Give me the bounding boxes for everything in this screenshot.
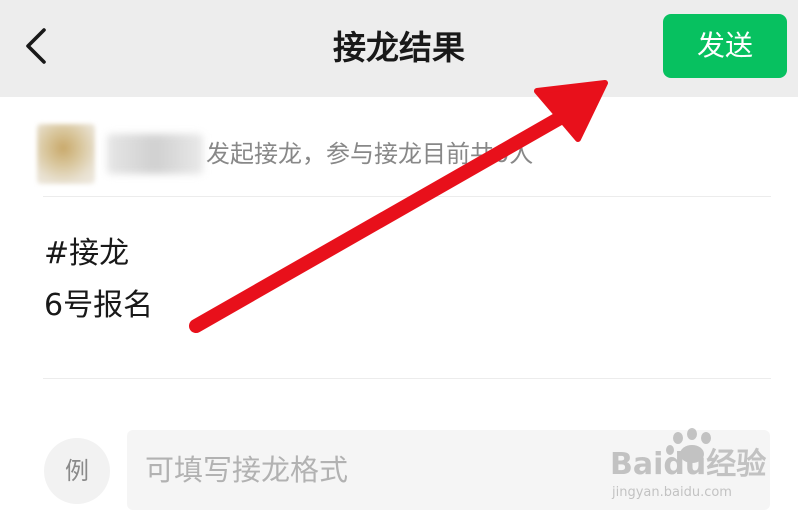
initiator-row: 发起接龙，参与接龙目前共0人 [37, 122, 777, 186]
solitaire-description[interactable]: 6号报名 [44, 284, 153, 328]
send-button[interactable]: 发送 [663, 14, 787, 78]
watermark-brand: Baidu经验 [610, 447, 766, 482]
example-badge[interactable]: 例 [44, 438, 110, 504]
initiator-summary: 发起接龙，参与接龙目前共0人 [206, 140, 534, 168]
solitaire-topic[interactable]: #接龙 [44, 232, 129, 276]
solitaire-result-page: 接龙结果 发送 发起接龙，参与接龙目前共0人 #接龙 6号报名 例 Baidu经… [0, 0, 798, 516]
nav-header: 接龙结果 发送 [0, 0, 798, 97]
nickname-redacted [107, 134, 203, 174]
baidu-watermark: Baidu经验 jingyan.baidu.com [610, 428, 766, 500]
divider [43, 196, 771, 197]
avatar[interactable] [37, 124, 95, 184]
watermark-url: jingyan.baidu.com [611, 485, 732, 500]
divider [43, 378, 771, 379]
